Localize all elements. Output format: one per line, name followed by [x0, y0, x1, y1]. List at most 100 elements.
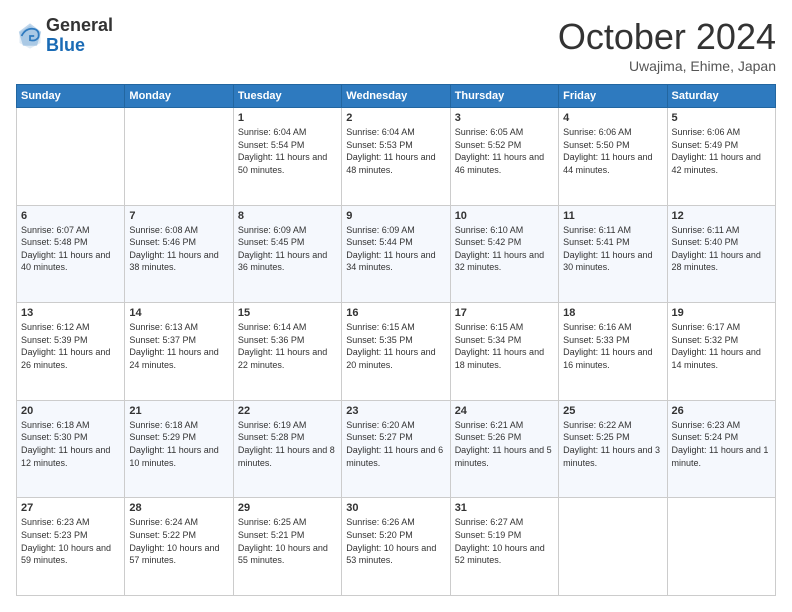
- calendar-table: SundayMondayTuesdayWednesdayThursdayFrid…: [16, 84, 776, 596]
- calendar-header-row: SundayMondayTuesdayWednesdayThursdayFrid…: [17, 85, 776, 108]
- calendar-cell: 15 Sunrise: 6:14 AM Sunset: 5:36 PM Dayli…: [233, 303, 341, 401]
- day-number: 13: [21, 307, 120, 319]
- day-info: Sunrise: 6:11 AM Sunset: 5:40 PM Dayligh…: [672, 224, 771, 274]
- calendar-cell: 17Sunrise: 6:15 AM Sunset: 5:34 PM Dayli…: [450, 303, 558, 401]
- calendar-cell: 1 Sunrise: 6:04 AM Sunset: 5:54 PM Daylig…: [233, 108, 341, 206]
- day-number: 4: [563, 112, 662, 124]
- month-title: October 2024: [558, 16, 776, 58]
- calendar-cell: 14 Sunrise: 6:13 AM Sunset: 5:37 PM Dayli…: [125, 303, 233, 401]
- day-number: 7: [129, 210, 228, 222]
- calendar-cell: 28 Sunrise: 6:24 AM Sunset: 5:22 PM Dayli…: [125, 498, 233, 596]
- day-number: 19: [672, 307, 771, 319]
- calendar-cell: 3Sunrise: 6:05 AM Sunset: 5:52 PM Daylig…: [450, 108, 558, 206]
- day-number: 29: [238, 502, 337, 514]
- calendar-cell: [559, 498, 667, 596]
- day-info: Sunrise: 6:11 AM Sunset: 5:41 PM Dayligh…: [563, 224, 662, 274]
- day-number: 28: [129, 502, 228, 514]
- calendar-cell: 10 Sunrise: 6:10 AM Sunset: 5:42 PM Dayli…: [450, 205, 558, 303]
- calendar-cell: 16 Sunrise: 6:15 AM Sunset: 5:35 PM Dayli…: [342, 303, 450, 401]
- day-info: Sunrise: 6:09 AM Sunset: 5:45 PM Dayligh…: [238, 224, 337, 274]
- day-number: 23: [346, 405, 445, 417]
- calendar-cell: 31 Sunrise: 6:27 AM Sunset: 5:19 PM Dayli…: [450, 498, 558, 596]
- calendar-cell: 11Sunrise: 6:11 AM Sunset: 5:41 PM Dayli…: [559, 205, 667, 303]
- day-number: 20: [21, 405, 120, 417]
- calendar-cell: 25 Sunrise: 6:22 AM Sunset: 5:25 PM Dayli…: [559, 400, 667, 498]
- calendar-cell: 12Sunrise: 6:11 AM Sunset: 5:40 PM Dayli…: [667, 205, 775, 303]
- day-number: 6: [21, 210, 120, 222]
- day-info: Sunrise: 6:23 AM Sunset: 5:24 PM Dayligh…: [672, 419, 771, 469]
- day-info: Sunrise: 6:09 AM Sunset: 5:44 PM Dayligh…: [346, 224, 445, 274]
- day-number: 14: [129, 307, 228, 319]
- day-info: Sunrise: 6:04 AM Sunset: 5:54 PM Dayligh…: [238, 126, 337, 176]
- calendar-cell: 8 Sunrise: 6:09 AM Sunset: 5:45 PM Daylig…: [233, 205, 341, 303]
- day-number: 10: [455, 210, 554, 222]
- day-number: 15: [238, 307, 337, 319]
- weekday-header: Tuesday: [233, 85, 341, 108]
- day-info: Sunrise: 6:04 AM Sunset: 5:53 PM Dayligh…: [346, 126, 445, 176]
- day-number: 30: [346, 502, 445, 514]
- day-info: Sunrise: 6:18 AM Sunset: 5:30 PM Dayligh…: [21, 419, 120, 469]
- calendar-cell: 29 Sunrise: 6:25 AM Sunset: 5:21 PM Dayli…: [233, 498, 341, 596]
- day-info: Sunrise: 6:14 AM Sunset: 5:36 PM Dayligh…: [238, 321, 337, 371]
- day-number: 26: [672, 405, 771, 417]
- calendar-cell: 2Sunrise: 6:04 AM Sunset: 5:53 PM Daylig…: [342, 108, 450, 206]
- calendar-cell: 20 Sunrise: 6:18 AM Sunset: 5:30 PM Dayli…: [17, 400, 125, 498]
- day-info: Sunrise: 6:24 AM Sunset: 5:22 PM Dayligh…: [129, 516, 228, 566]
- day-info: Sunrise: 6:20 AM Sunset: 5:27 PM Dayligh…: [346, 419, 445, 469]
- calendar-cell: 24Sunrise: 6:21 AM Sunset: 5:26 PM Dayli…: [450, 400, 558, 498]
- weekday-header: Saturday: [667, 85, 775, 108]
- calendar-cell: 30Sunrise: 6:26 AM Sunset: 5:20 PM Dayli…: [342, 498, 450, 596]
- calendar-week-row: 1 Sunrise: 6:04 AM Sunset: 5:54 PM Daylig…: [17, 108, 776, 206]
- day-info: Sunrise: 6:12 AM Sunset: 5:39 PM Dayligh…: [21, 321, 120, 371]
- day-info: Sunrise: 6:23 AM Sunset: 5:23 PM Dayligh…: [21, 516, 120, 566]
- weekday-header: Thursday: [450, 85, 558, 108]
- day-info: Sunrise: 6:22 AM Sunset: 5:25 PM Dayligh…: [563, 419, 662, 469]
- calendar-cell: 21 Sunrise: 6:18 AM Sunset: 5:29 PM Dayli…: [125, 400, 233, 498]
- day-number: 25: [563, 405, 662, 417]
- calendar-cell: 6Sunrise: 6:07 AM Sunset: 5:48 PM Daylig…: [17, 205, 125, 303]
- calendar-cell: 4 Sunrise: 6:06 AM Sunset: 5:50 PM Daylig…: [559, 108, 667, 206]
- day-info: Sunrise: 6:18 AM Sunset: 5:29 PM Dayligh…: [129, 419, 228, 469]
- weekday-header: Friday: [559, 85, 667, 108]
- calendar-cell: 9 Sunrise: 6:09 AM Sunset: 5:44 PM Daylig…: [342, 205, 450, 303]
- calendar-cell: [125, 108, 233, 206]
- day-number: 9: [346, 210, 445, 222]
- calendar-cell: [17, 108, 125, 206]
- day-number: 31: [455, 502, 554, 514]
- weekday-header: Wednesday: [342, 85, 450, 108]
- day-number: 16: [346, 307, 445, 319]
- logo-general: General: [46, 16, 113, 36]
- day-number: 8: [238, 210, 337, 222]
- day-number: 1: [238, 112, 337, 124]
- calendar-week-row: 13 Sunrise: 6:12 AM Sunset: 5:39 PM Dayli…: [17, 303, 776, 401]
- header: General Blue October 2024 Uwajima, Ehime…: [16, 16, 776, 74]
- logo: General Blue: [16, 16, 113, 56]
- day-info: Sunrise: 6:13 AM Sunset: 5:37 PM Dayligh…: [129, 321, 228, 371]
- day-info: Sunrise: 6:19 AM Sunset: 5:28 PM Dayligh…: [238, 419, 337, 469]
- day-number: 5: [672, 112, 771, 124]
- calendar-week-row: 20 Sunrise: 6:18 AM Sunset: 5:30 PM Dayli…: [17, 400, 776, 498]
- day-info: Sunrise: 6:05 AM Sunset: 5:52 PM Dayligh…: [455, 126, 554, 176]
- calendar-cell: 19Sunrise: 6:17 AM Sunset: 5:32 PM Dayli…: [667, 303, 775, 401]
- day-info: Sunrise: 6:16 AM Sunset: 5:33 PM Dayligh…: [563, 321, 662, 371]
- day-info: Sunrise: 6:06 AM Sunset: 5:49 PM Dayligh…: [672, 126, 771, 176]
- weekday-header: Sunday: [17, 85, 125, 108]
- day-number: 17: [455, 307, 554, 319]
- calendar-cell: 5 Sunrise: 6:06 AM Sunset: 5:49 PM Daylig…: [667, 108, 775, 206]
- day-number: 27: [21, 502, 120, 514]
- calendar-cell: 27 Sunrise: 6:23 AM Sunset: 5:23 PM Dayli…: [17, 498, 125, 596]
- weekday-header: Monday: [125, 85, 233, 108]
- calendar-cell: 23 Sunrise: 6:20 AM Sunset: 5:27 PM Dayli…: [342, 400, 450, 498]
- day-info: Sunrise: 6:15 AM Sunset: 5:35 PM Dayligh…: [346, 321, 445, 371]
- logo-icon: [16, 22, 44, 50]
- calendar-week-row: 27 Sunrise: 6:23 AM Sunset: 5:23 PM Dayli…: [17, 498, 776, 596]
- day-info: Sunrise: 6:21 AM Sunset: 5:26 PM Dayligh…: [455, 419, 554, 469]
- day-number: 18: [563, 307, 662, 319]
- day-info: Sunrise: 6:25 AM Sunset: 5:21 PM Dayligh…: [238, 516, 337, 566]
- calendar-cell: 13 Sunrise: 6:12 AM Sunset: 5:39 PM Dayli…: [17, 303, 125, 401]
- logo-blue: Blue: [46, 36, 113, 56]
- day-info: Sunrise: 6:10 AM Sunset: 5:42 PM Dayligh…: [455, 224, 554, 274]
- day-info: Sunrise: 6:27 AM Sunset: 5:19 PM Dayligh…: [455, 516, 554, 566]
- day-info: Sunrise: 6:06 AM Sunset: 5:50 PM Dayligh…: [563, 126, 662, 176]
- day-number: 21: [129, 405, 228, 417]
